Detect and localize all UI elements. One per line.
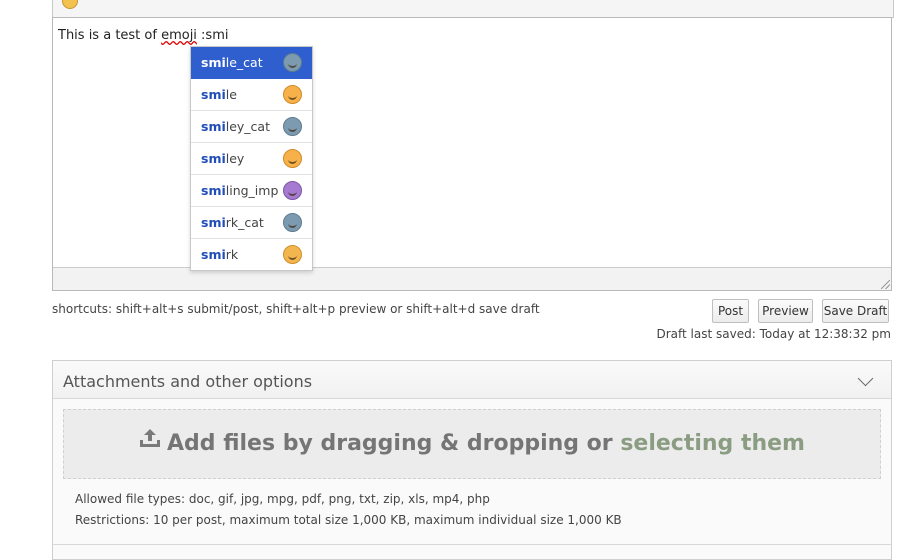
- smirk-icon: [283, 245, 302, 264]
- autocomplete-rest: rk: [225, 247, 239, 262]
- upload-restrictions: Restrictions: 10 per post, maximum total…: [75, 513, 622, 527]
- autocomplete-rest: ley_cat: [225, 119, 270, 134]
- smiling-imp-icon: [283, 181, 302, 200]
- dropzone-text: Add files by dragging & dropping or: [167, 431, 621, 456]
- upload-icon: [139, 428, 161, 454]
- smirk-cat-icon: [283, 213, 302, 232]
- autocomplete-item-smiley-cat[interactable]: smiley_cat: [191, 111, 312, 143]
- editor-content: This is a test of emoji :smi: [58, 28, 228, 43]
- autocomplete-rest: rk_cat: [225, 215, 264, 230]
- autocomplete-item-smile[interactable]: smile: [191, 79, 312, 111]
- autocomplete-match: smi: [201, 87, 226, 102]
- select-files-link[interactable]: selecting them: [620, 431, 805, 456]
- autocomplete-match: smi: [201, 247, 226, 262]
- autocomplete-item-smile-cat[interactable]: smile_cat: [191, 47, 312, 79]
- autocomplete-item-smiley[interactable]: smiley: [191, 143, 312, 175]
- save-draft-button[interactable]: Save Draft: [822, 299, 889, 323]
- smile-icon: [283, 85, 302, 104]
- panel-divider: [53, 544, 891, 545]
- editor-text-before: This is a test of: [58, 28, 162, 43]
- chevron-down-icon[interactable]: [857, 370, 874, 387]
- message-editor[interactable]: This is a test of emoji :smi: [52, 17, 892, 291]
- smiley-icon: [283, 149, 302, 168]
- autocomplete-match: smi: [201, 183, 226, 198]
- resize-handle-icon[interactable]: [881, 280, 890, 289]
- autocomplete-item-smiling-imp[interactable]: smiling_imp: [191, 175, 312, 207]
- attachments-title: Attachments and other options: [63, 372, 313, 391]
- autocomplete-match: smi: [201, 55, 226, 70]
- post-button[interactable]: Post: [712, 299, 749, 323]
- allowed-file-types: Allowed file types: doc, gif, jpg, mpg, …: [75, 492, 490, 506]
- smiley-cat-icon: [283, 117, 302, 136]
- autocomplete-rest: ling_imp: [225, 183, 279, 198]
- editor-text-after: :smi: [196, 28, 229, 43]
- attachments-panel: Attachments and other options Add files …: [52, 360, 892, 560]
- autocomplete-match: smi: [201, 119, 226, 134]
- emoji-autocomplete-list: smile_cat smile smiley_cat smiley smilin…: [190, 46, 313, 271]
- preview-button[interactable]: Preview: [758, 299, 813, 323]
- editor-toolbar: [52, 0, 894, 18]
- attachments-header[interactable]: Attachments and other options: [53, 361, 891, 399]
- autocomplete-item-smirk[interactable]: smirk: [191, 239, 312, 270]
- keyboard-shortcuts-hint: shortcuts: shift+alt+s submit/post, shif…: [52, 302, 540, 316]
- editor-status-bar: [53, 267, 891, 290]
- smile-cat-icon: [283, 53, 302, 72]
- misspelled-word[interactable]: emoji: [161, 28, 197, 43]
- autocomplete-match: smi: [201, 215, 226, 230]
- autocomplete-rest: le: [225, 87, 237, 102]
- autocomplete-rest: ley: [225, 151, 245, 166]
- autocomplete-item-smirk-cat[interactable]: smirk_cat: [191, 207, 312, 239]
- draft-saved-status: Draft last saved: Today at 12:38:32 pm: [656, 327, 892, 341]
- autocomplete-rest: le_cat: [225, 55, 263, 70]
- file-dropzone[interactable]: Add files by dragging & dropping or sele…: [63, 409, 881, 479]
- autocomplete-match: smi: [201, 151, 226, 166]
- emoji-picker-icon[interactable]: [62, 0, 78, 9]
